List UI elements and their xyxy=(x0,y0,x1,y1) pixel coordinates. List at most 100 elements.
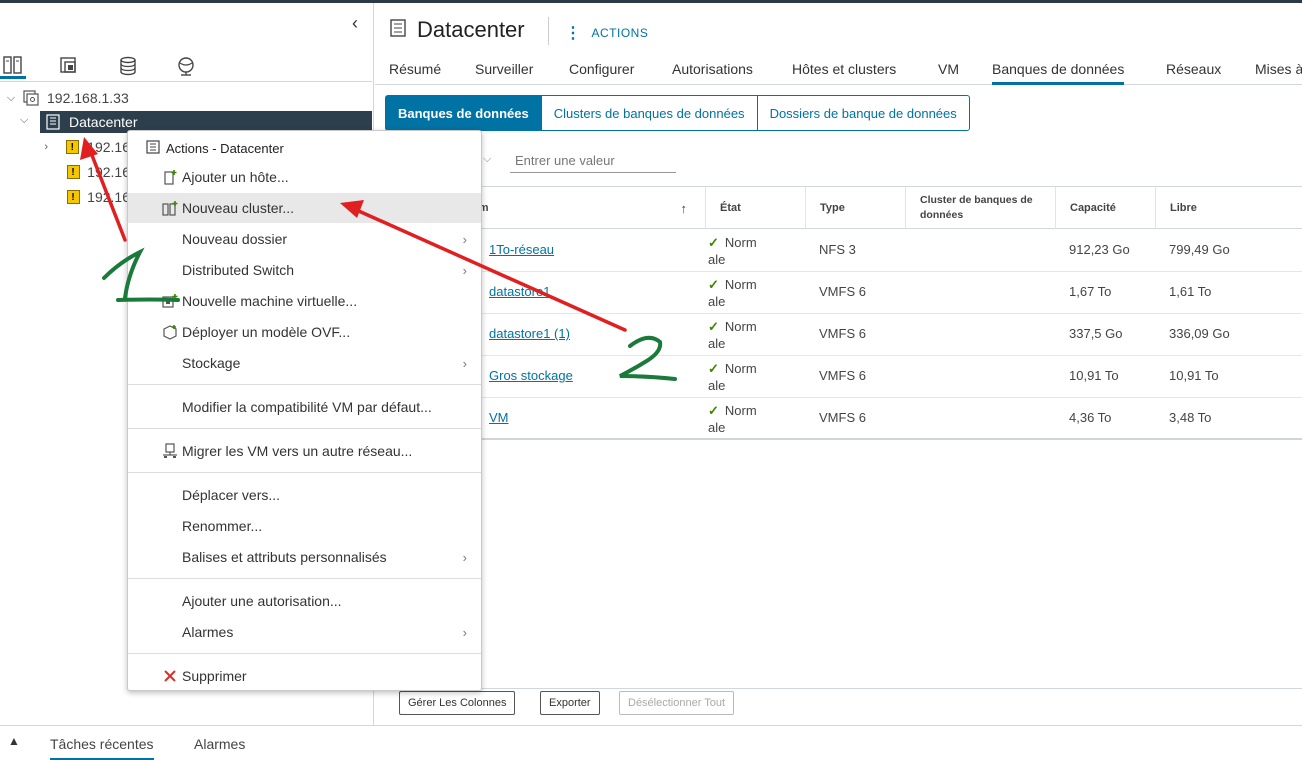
menu-item-distributed-switch[interactable]: Distributed Switch › xyxy=(128,255,481,285)
tree-node-host[interactable]: ! 192.16 xyxy=(66,161,130,183)
vms-templates-tab-icon[interactable] xyxy=(56,53,82,79)
free-cell: 10,91 To xyxy=(1169,368,1219,383)
table-row[interactable]: ▤ datastore1 ✓Normale VMFS 6 1,67 To 1,6… xyxy=(386,272,1302,314)
delete-icon xyxy=(162,668,178,684)
table-row[interactable]: ▤ datastore1 (1) ✓Normale VMFS 6 337,5 G… xyxy=(386,314,1302,356)
collapse-navigator-icon[interactable]: ‹ xyxy=(352,13,358,34)
capacity-cell: 337,5 Go xyxy=(1069,326,1123,341)
menu-divider xyxy=(128,578,481,579)
menu-item-rename[interactable]: Renommer... xyxy=(128,511,481,541)
datastore-name-link[interactable]: 1To-réseau xyxy=(489,242,554,257)
menu-item-storage[interactable]: Stockage › xyxy=(128,348,481,378)
tab-datastores[interactable]: Banques de données xyxy=(992,61,1125,85)
tab-configure[interactable]: Configurer xyxy=(569,61,634,85)
datacenter-icon xyxy=(44,113,62,131)
state-cell: ✓ Norm ale xyxy=(708,403,757,435)
table-row[interactable]: ▤ 1To-réseau ✓Normale NFS 3 912,23 Go 79… xyxy=(386,230,1302,272)
tab-summary[interactable]: Résumé xyxy=(389,61,441,85)
column-header-free[interactable]: Libre xyxy=(1155,187,1302,229)
vcenter-icon xyxy=(22,89,40,107)
new-cluster-icon xyxy=(162,200,178,216)
tab-hosts-clusters[interactable]: Hôtes et clusters xyxy=(792,61,896,85)
type-cell: VMFS 6 xyxy=(819,284,866,299)
menu-item-add-permission[interactable]: Ajouter une autorisation... xyxy=(128,586,481,616)
capacity-cell: 10,91 To xyxy=(1069,368,1119,383)
networking-tab-icon[interactable] xyxy=(173,53,199,79)
page-title: Datacenter xyxy=(389,17,525,43)
tab-networks[interactable]: Réseaux xyxy=(1166,61,1221,85)
deploy-ovf-icon xyxy=(162,324,178,340)
tree-node-host[interactable]: ! 192.16 xyxy=(66,186,130,208)
tab-permissions[interactable]: Autorisations xyxy=(672,61,753,85)
type-cell: VMFS 6 xyxy=(819,410,866,425)
tree-node-label: Datacenter xyxy=(69,114,138,130)
chevron-right-icon: › xyxy=(462,549,467,565)
column-header-state[interactable]: État xyxy=(705,187,805,229)
capacity-cell: 4,36 To xyxy=(1069,410,1112,425)
menu-item-modify-compatibility[interactable]: Modifier la compatibilité VM par défaut.… xyxy=(128,392,481,422)
state-cell: ✓ Norm ale xyxy=(708,235,757,267)
alarms-tab[interactable]: Alarmes xyxy=(194,736,245,760)
migrate-network-icon xyxy=(162,443,178,459)
menu-item-move-to[interactable]: Déplacer vers... xyxy=(128,480,481,510)
menu-item-new-cluster[interactable]: Nouveau cluster... xyxy=(128,193,481,223)
type-cell: VMFS 6 xyxy=(819,368,866,383)
subtab-datastore-folders[interactable]: Dossiers de banque de données xyxy=(756,95,970,131)
tree-node-label: 192.16 xyxy=(87,189,130,205)
export-button[interactable]: Exporter xyxy=(540,691,600,715)
tree-node-vcenter[interactable]: ⌵ 192.168.1.33 xyxy=(4,87,364,109)
column-header-capacity[interactable]: Capacité xyxy=(1055,187,1155,229)
subtab-datastore-clusters[interactable]: Clusters de banques de données xyxy=(540,95,758,131)
tree-node-host[interactable]: › ! 192.16 xyxy=(40,136,130,158)
chevron-right-icon[interactable]: › xyxy=(40,141,52,153)
navigator-tabs xyxy=(0,51,372,82)
datastore-name-link[interactable]: datastore1 xyxy=(489,284,550,299)
page-title-text: Datacenter xyxy=(417,17,525,42)
chevron-down-icon[interactable]: ⌵ xyxy=(4,92,18,105)
menu-item-tags-attributes[interactable]: Balises et attributs personnalisés › xyxy=(128,542,481,572)
menu-item-migrate-vms[interactable]: Migrer les VM vers un autre réseau... xyxy=(128,436,481,466)
chevron-right-icon: › xyxy=(462,231,467,247)
column-header-type[interactable]: Type xyxy=(805,187,905,229)
column-header-name[interactable]: om ↑ xyxy=(472,187,705,229)
subtab-datastores[interactable]: Banques de données xyxy=(385,95,542,131)
tab-updates[interactable]: Mises à xyxy=(1255,61,1302,85)
menu-item-alarms[interactable]: Alarmes › xyxy=(128,617,481,647)
chevron-up-icon[interactable]: ▲ xyxy=(8,734,20,748)
free-cell: 1,61 To xyxy=(1169,284,1212,299)
table-header: om ↑ État Type Cluster de banques de don… xyxy=(386,187,1302,229)
sort-ascending-icon[interactable]: ↑ xyxy=(681,201,688,216)
datastore-name-link[interactable]: datastore1 (1) xyxy=(489,326,570,341)
host-warning-icon: ! xyxy=(66,188,80,206)
menu-item-new-folder[interactable]: Nouveau dossier › xyxy=(128,224,481,254)
chevron-down-icon[interactable]: ⌵ xyxy=(483,153,491,166)
hosts-clusters-tab-icon[interactable] xyxy=(0,53,26,79)
menu-item-add-host[interactable]: Ajouter un hôte... xyxy=(128,162,481,192)
datacenter-icon xyxy=(146,140,160,157)
chevron-right-icon: › xyxy=(462,624,467,640)
storage-tab-icon[interactable] xyxy=(115,53,141,79)
datacenter-icon xyxy=(389,18,407,43)
tab-monitor[interactable]: Surveiller xyxy=(475,61,533,85)
manage-columns-button[interactable]: Gérer Les Colonnes xyxy=(399,691,516,715)
menu-item-delete[interactable]: Supprimer xyxy=(128,661,481,691)
chevron-down-icon[interactable]: ⌵ xyxy=(20,114,28,127)
actions-button[interactable]: ⋮ ACTIONS xyxy=(565,23,648,43)
datastore-name-link[interactable]: Gros stockage xyxy=(489,368,573,383)
menu-divider xyxy=(128,472,481,473)
column-header-cluster[interactable]: Cluster de banques de données xyxy=(905,187,1055,229)
table-row[interactable]: ▤ Gros stockage ✓Normale VMFS 6 10,91 To… xyxy=(386,356,1302,398)
menu-item-new-vm[interactable]: Nouvelle machine virtuelle... xyxy=(128,286,481,316)
menu-item-deploy-ovf[interactable]: Déployer un modèle OVF... xyxy=(128,317,481,347)
new-vm-icon xyxy=(162,293,178,309)
chevron-right-icon: › xyxy=(462,355,467,371)
datastore-name-link[interactable]: VM xyxy=(489,410,509,425)
state-cell: ✓ Norm ale xyxy=(708,277,757,309)
tree-node-label: 192.16 xyxy=(87,139,130,155)
table-row[interactable]: ▤ VM ✓Normale VMFS 6 4,36 To 3,48 To xyxy=(386,398,1302,440)
tab-vms[interactable]: VM xyxy=(938,61,959,85)
filter-input[interactable]: Entrer une valeur xyxy=(510,149,676,173)
check-icon: ✓ xyxy=(708,235,719,250)
recent-tasks-tab[interactable]: Tâches récentes xyxy=(50,736,154,760)
deselect-all-button[interactable]: Désélectionner Tout xyxy=(619,691,735,715)
